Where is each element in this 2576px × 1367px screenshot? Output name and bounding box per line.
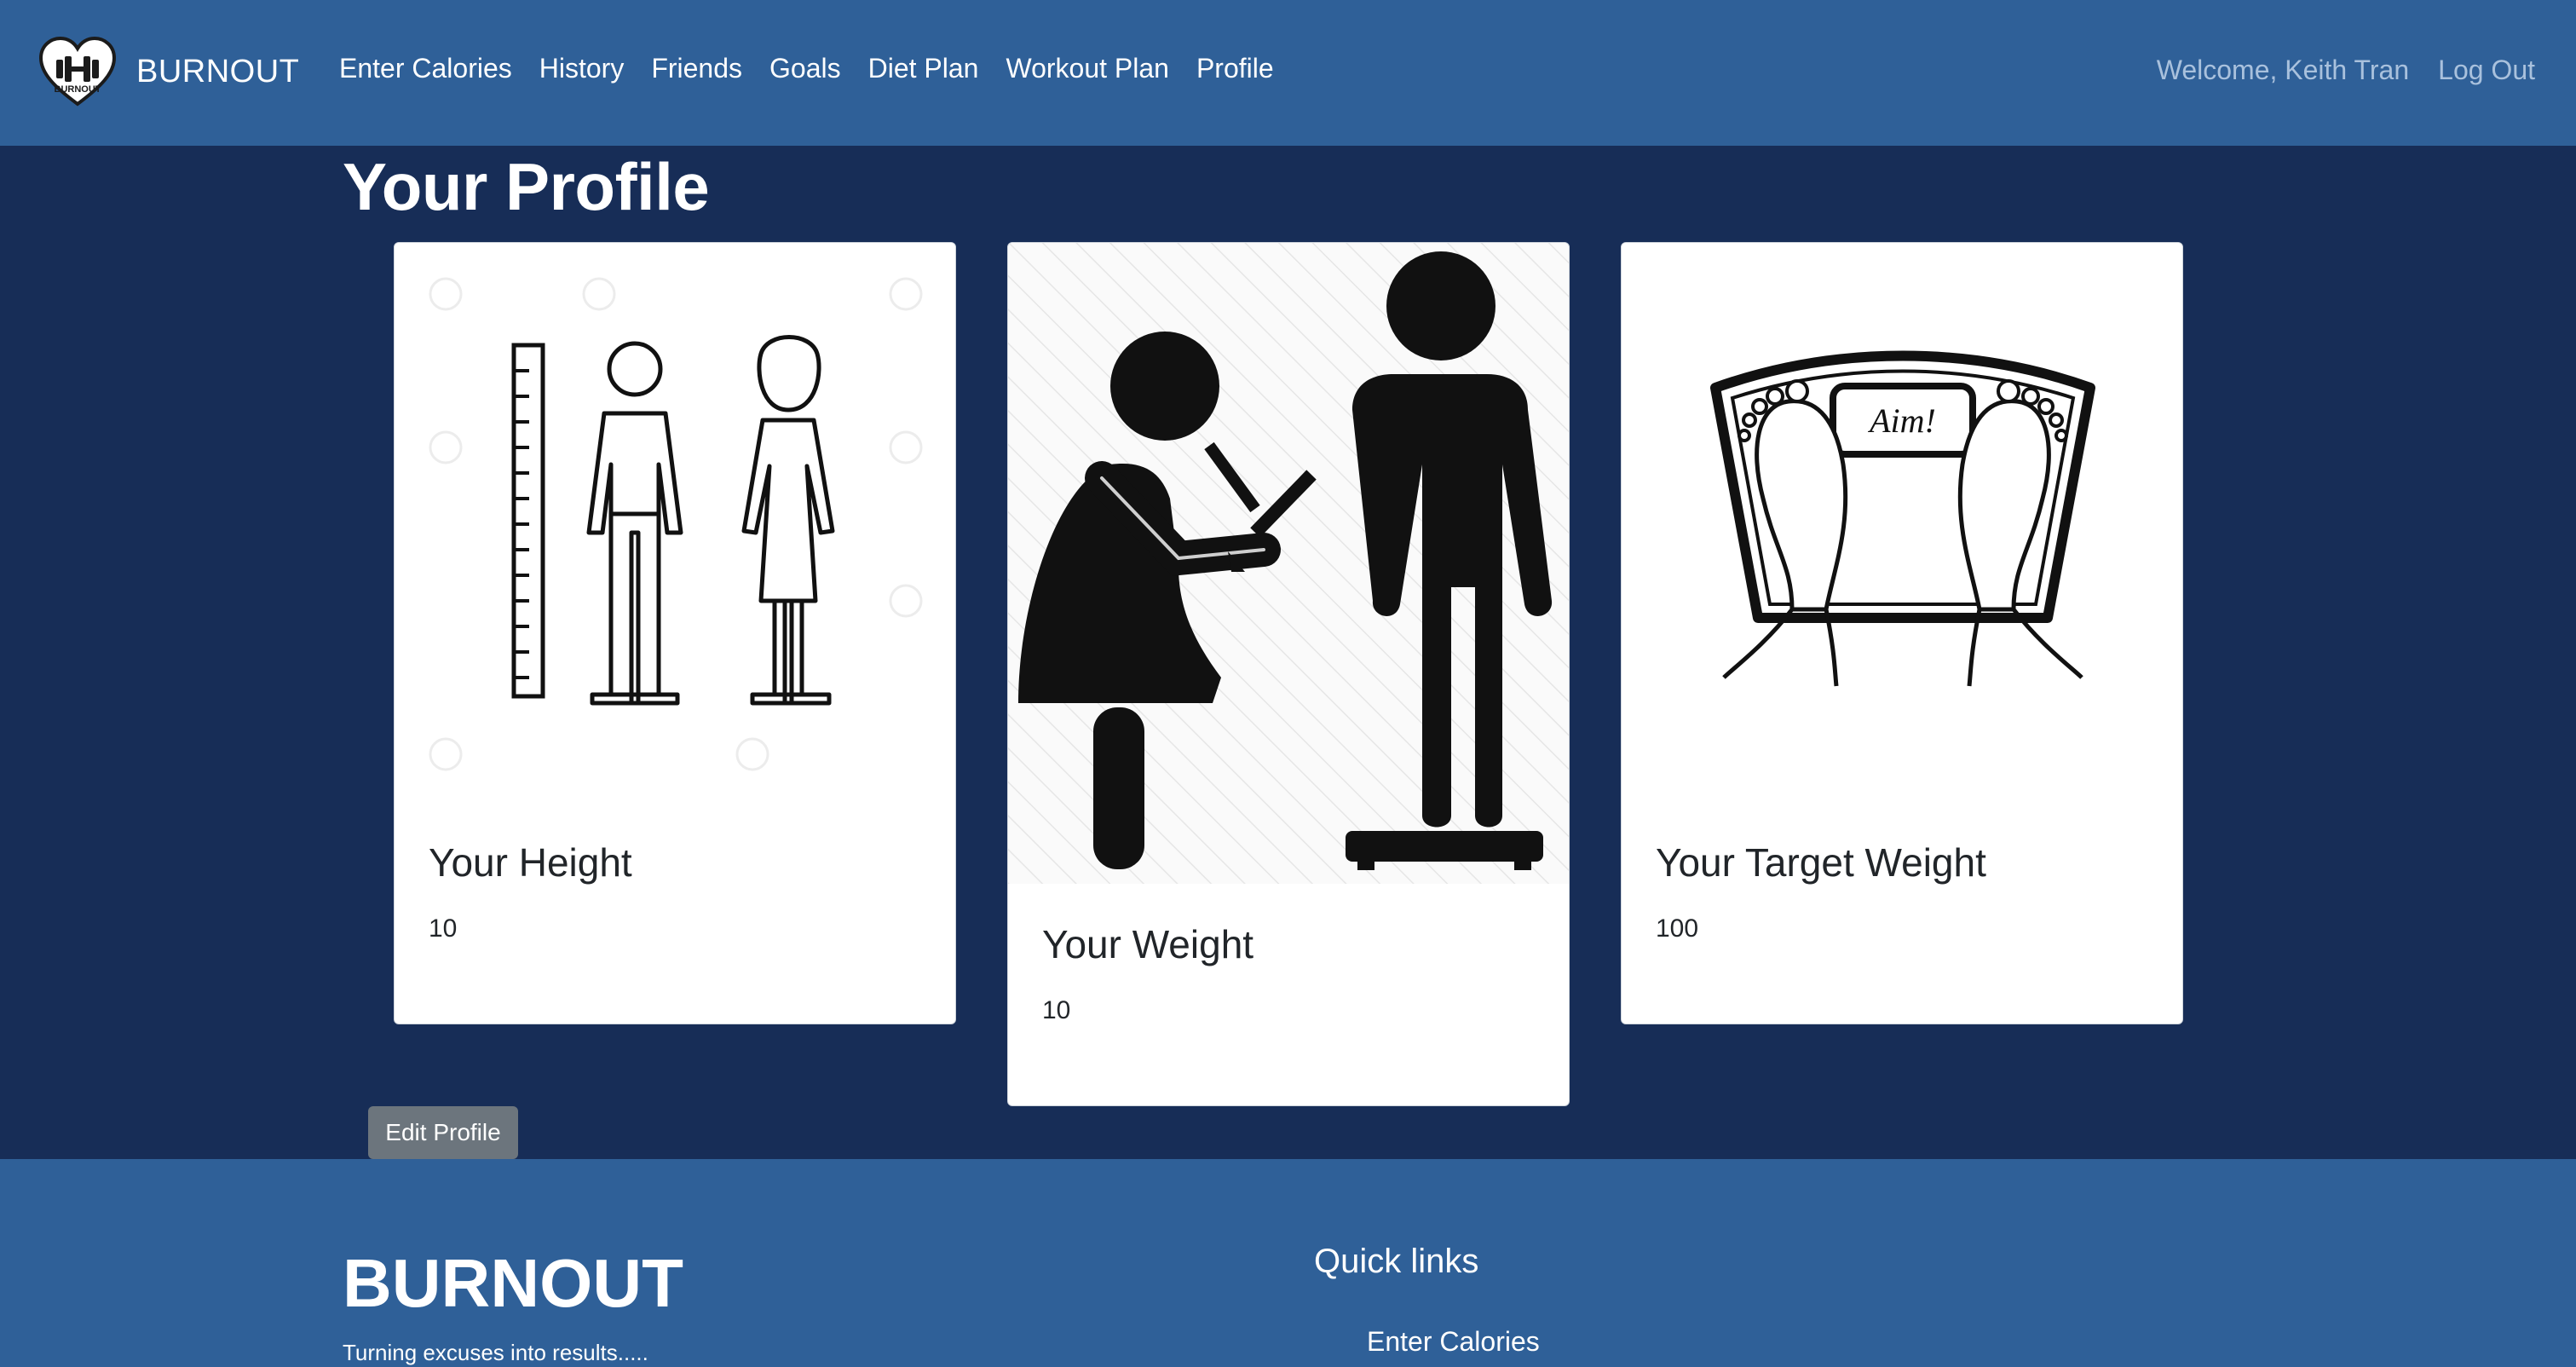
height-card-title: Your Height <box>429 840 632 885</box>
brand-name: BURNOUT <box>136 53 300 89</box>
nav-workout-plan[interactable]: Workout Plan <box>1006 53 1169 84</box>
logo-text: BURNOUT <box>55 84 101 95</box>
nav-links: Enter Calories History Friends Goals Die… <box>339 53 1301 84</box>
height-value: 10 <box>429 914 458 943</box>
page-title: Your Profile <box>343 149 710 224</box>
weight-card-title: Your Weight <box>1042 922 1254 966</box>
target-weight-card-title: Your Target Weight <box>1656 840 1986 885</box>
navbar: BURNOUT BURNOUT Enter Calories History F… <box>0 0 2576 146</box>
weigh-in-icon <box>1008 243 1569 884</box>
nav-history[interactable]: History <box>539 53 625 84</box>
edit-profile-button[interactable]: Edit Profile <box>368 1106 518 1159</box>
footer: BURNOUT Turning excuses into results....… <box>0 1159 2576 1367</box>
footer-link-enter-calories[interactable]: Enter Calories <box>1367 1326 1540 1358</box>
footer-tagline: Turning excuses into results..... <box>343 1340 648 1365</box>
heart-dumbbell-logo-icon: BURNOUT <box>38 36 117 107</box>
nav-enter-calories[interactable]: Enter Calories <box>339 53 512 84</box>
nav-goals[interactable]: Goals <box>769 53 841 84</box>
scale-aim-icon: Aim! <box>1622 243 2182 802</box>
weight-card-image <box>1008 243 1569 884</box>
height-card: Your Height 10 <box>394 242 956 1024</box>
nav-diet-plan[interactable]: Diet Plan <box>868 53 979 84</box>
quick-links-heading: Quick links <box>1314 1243 1479 1280</box>
height-card-image <box>395 243 955 802</box>
scale-display-text: Aim! <box>1867 401 1936 440</box>
weight-card: Your Weight 10 <box>1007 242 1570 1106</box>
target-weight-card: Aim! Your Target Weight 100 <box>1621 242 2183 1024</box>
height-measure-icon <box>395 243 955 802</box>
target-weight-card-image: Aim! <box>1622 243 2182 802</box>
footer-brand: BURNOUT <box>343 1245 683 1321</box>
nav-profile[interactable]: Profile <box>1196 53 1274 84</box>
target-weight-value: 100 <box>1656 914 1699 943</box>
welcome-text: Welcome, Keith Tran <box>2156 55 2410 85</box>
nav-friends[interactable]: Friends <box>651 53 742 84</box>
nav-user-area: Welcome, Keith Tran Log Out <box>2157 55 2535 86</box>
brand[interactable]: BURNOUT BURNOUT <box>37 36 299 107</box>
weight-value: 10 <box>1042 996 1071 1024</box>
logout-link[interactable]: Log Out <box>2438 55 2535 86</box>
